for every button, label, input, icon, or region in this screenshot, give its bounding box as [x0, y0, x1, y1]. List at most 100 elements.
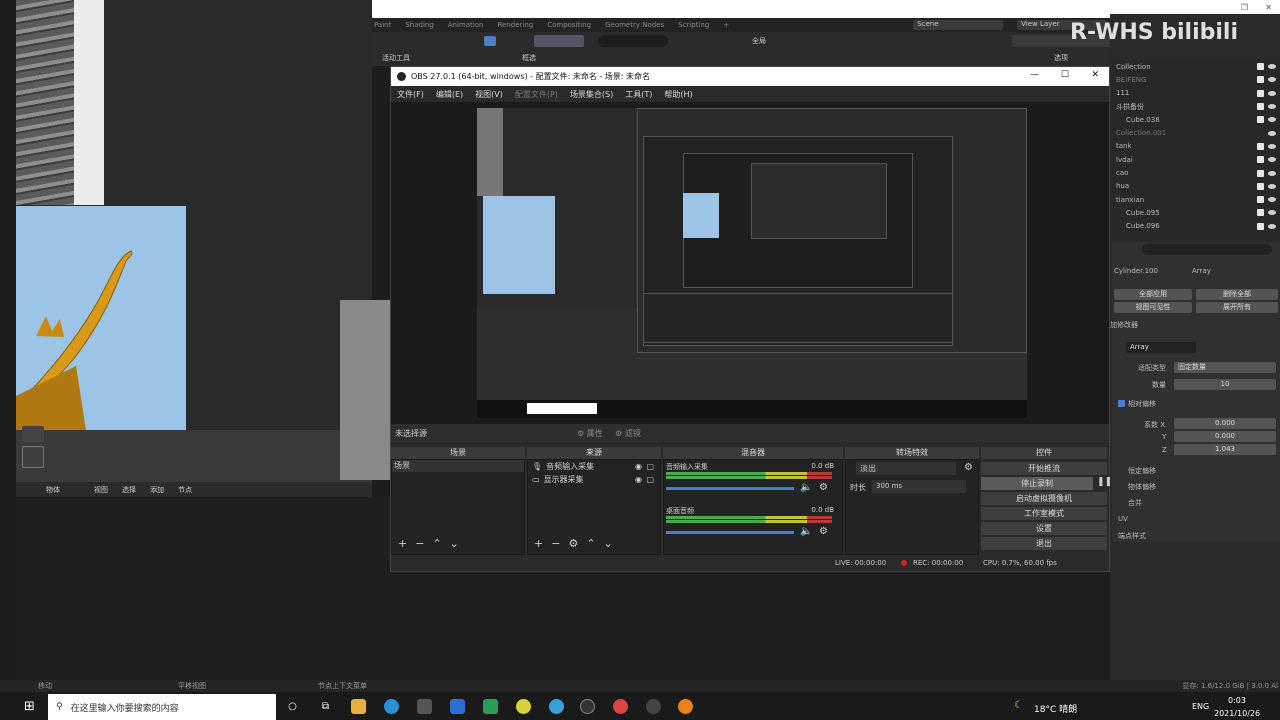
outliner-item[interactable]: Cube.096 — [1112, 220, 1280, 233]
up-icon[interactable]: ⌃ — [432, 537, 441, 550]
checkbox-icon[interactable] — [1257, 89, 1264, 97]
add-icon[interactable]: + — [534, 537, 543, 550]
editor-type-icon[interactable] — [484, 36, 496, 46]
eye-icon[interactable] — [1268, 90, 1276, 96]
tab-scripting[interactable]: Scripting — [678, 21, 709, 29]
eye-icon[interactable] — [1268, 223, 1276, 229]
eye-icon[interactable] — [1268, 104, 1276, 110]
outliner-item[interactable]: cao — [1112, 166, 1280, 179]
tab-animation[interactable]: Animation — [448, 21, 484, 29]
volume-slider[interactable] — [666, 487, 794, 490]
add-cube-icon[interactable] — [22, 426, 44, 442]
transition-select[interactable]: 淡出 — [856, 462, 956, 475]
volume-slider[interactable] — [666, 531, 794, 534]
menu-profile[interactable]: 配置文件(P) — [515, 89, 558, 100]
lock-icon[interactable]: ▢ — [646, 462, 654, 471]
remove-icon[interactable]: − — [415, 537, 424, 550]
outliner-item[interactable]: lvdai — [1112, 153, 1280, 166]
obs-taskbar-icon[interactable] — [580, 699, 595, 714]
cortana-icon[interactable]: ○ — [285, 699, 300, 714]
menu-help[interactable]: 帮助(H) — [664, 89, 692, 100]
eye-icon[interactable] — [1268, 117, 1276, 123]
app-icon[interactable] — [483, 699, 498, 714]
checkbox-icon[interactable] — [1257, 209, 1264, 217]
eye-icon[interactable] — [1268, 64, 1276, 70]
node-menu-node[interactable]: 节点 — [178, 485, 192, 495]
stop-recording-button[interactable]: 停止录制 — [981, 477, 1093, 490]
eye-icon[interactable] — [1268, 183, 1276, 189]
down-icon[interactable]: ⌄ — [450, 537, 459, 550]
blender-3d-viewport[interactable] — [16, 430, 372, 482]
properties-button[interactable]: ⚙ 属性 — [577, 428, 603, 439]
clock-date[interactable]: 2021/10/26 — [1214, 709, 1260, 718]
lock-icon[interactable]: ▢ — [646, 475, 654, 484]
merge-label[interactable]: 合并 — [1128, 498, 1142, 508]
pause-icon[interactable]: ❚❚ — [1097, 477, 1112, 487]
tab-shading[interactable]: Shading — [405, 21, 433, 29]
properties-search-input[interactable] — [1142, 244, 1272, 255]
minimize-icon[interactable]: — — [1030, 70, 1039, 80]
viewport-visibility-button[interactable]: 视图可见性 — [1114, 302, 1192, 313]
checkbox-icon[interactable] — [1257, 76, 1264, 84]
caps-label[interactable]: 端点样式 — [1118, 531, 1146, 541]
checkbox-icon[interactable] — [1257, 169, 1264, 177]
expand-all-button[interactable]: 展开所有 — [1196, 302, 1278, 313]
scale-cage-icon[interactable] — [22, 446, 44, 468]
uv-label[interactable]: UV — [1118, 515, 1128, 523]
weather-text[interactable]: 18°C 晴朗 — [1034, 702, 1077, 715]
clock-time[interactable]: 0:03 — [1228, 696, 1246, 705]
factor-z-field[interactable]: 1.043 — [1174, 444, 1276, 455]
tab-compositing[interactable]: Compositing — [547, 21, 591, 29]
source-item[interactable]: ▭ 显示器采集 ◉ ▢ — [528, 473, 660, 486]
select-mode-buttons[interactable] — [534, 35, 584, 47]
apply-all-button[interactable]: 全部应用 — [1114, 289, 1192, 300]
node-menu-select[interactable]: 选择 — [122, 485, 136, 495]
menu-tools[interactable]: 工具(T) — [625, 89, 652, 100]
exit-button[interactable]: 退出 — [981, 537, 1107, 550]
store-icon[interactable] — [417, 699, 432, 714]
up-icon[interactable]: ⌃ — [586, 537, 595, 550]
constant-offset-label[interactable]: 恒定偏移 — [1128, 466, 1156, 476]
windows-start-icon[interactable]: ⊞ — [24, 699, 35, 714]
scene-item[interactable]: 场景 — [392, 460, 524, 472]
close-icon[interactable]: ✕ — [1091, 70, 1099, 80]
object-offset-label[interactable]: 物体偏移 — [1128, 482, 1156, 492]
node-menu-add[interactable]: 添加 — [150, 485, 164, 495]
edge-icon[interactable] — [384, 699, 399, 714]
file-explorer-icon[interactable] — [351, 699, 366, 714]
restore-icon[interactable]: ❐ — [1241, 3, 1248, 12]
checkbox-icon[interactable] — [1257, 142, 1264, 150]
chrome-icon[interactable] — [613, 699, 628, 714]
outliner-item[interactable]: hua — [1112, 180, 1280, 193]
checkbox-icon[interactable] — [1257, 156, 1264, 164]
mail-icon[interactable] — [450, 699, 465, 714]
checkbox-icon[interactable] — [1257, 116, 1264, 124]
outliner-item[interactable]: 斗拱备份 — [1112, 100, 1280, 113]
factor-x-field[interactable]: 0.000 — [1174, 418, 1276, 429]
down-icon[interactable]: ⌄ — [604, 537, 613, 550]
viewport-search-input[interactable] — [598, 35, 668, 47]
app-icon[interactable] — [516, 699, 531, 714]
eye-icon[interactable]: ◉ — [635, 462, 642, 471]
outliner-item[interactable]: Collection.001 — [1112, 126, 1280, 139]
checkbox-icon[interactable] — [1257, 222, 1264, 230]
tab-paint[interactable]: Paint — [374, 21, 391, 29]
eye-icon[interactable] — [1268, 157, 1276, 163]
add-icon[interactable]: + — [398, 537, 407, 550]
factor-y-field[interactable]: 0.000 — [1174, 431, 1276, 442]
maximize-icon[interactable]: ☐ — [1061, 70, 1069, 80]
eye-icon[interactable] — [1268, 197, 1276, 203]
gear-icon[interactable]: ⚙ — [819, 482, 828, 493]
count-field[interactable]: 10 — [1174, 379, 1276, 390]
eye-icon[interactable] — [1268, 143, 1276, 149]
gear-icon[interactable]: ⚙ — [568, 537, 578, 550]
gear-icon[interactable]: ⚙ — [964, 462, 973, 473]
node-menu-view[interactable]: 视图 — [94, 485, 108, 495]
transform-orientation[interactable]: 全局 — [752, 36, 766, 46]
obs-preview-canvas[interactable] — [477, 108, 1027, 418]
options-dropdown[interactable]: 选项 — [1054, 53, 1068, 63]
language-indicator[interactable]: ENG — [1192, 702, 1209, 711]
gear-icon[interactable]: ⚙ — [819, 526, 828, 537]
speaker-muted-icon[interactable]: 🔈 — [800, 526, 812, 537]
eye-icon[interactable]: ◉ — [635, 475, 642, 484]
